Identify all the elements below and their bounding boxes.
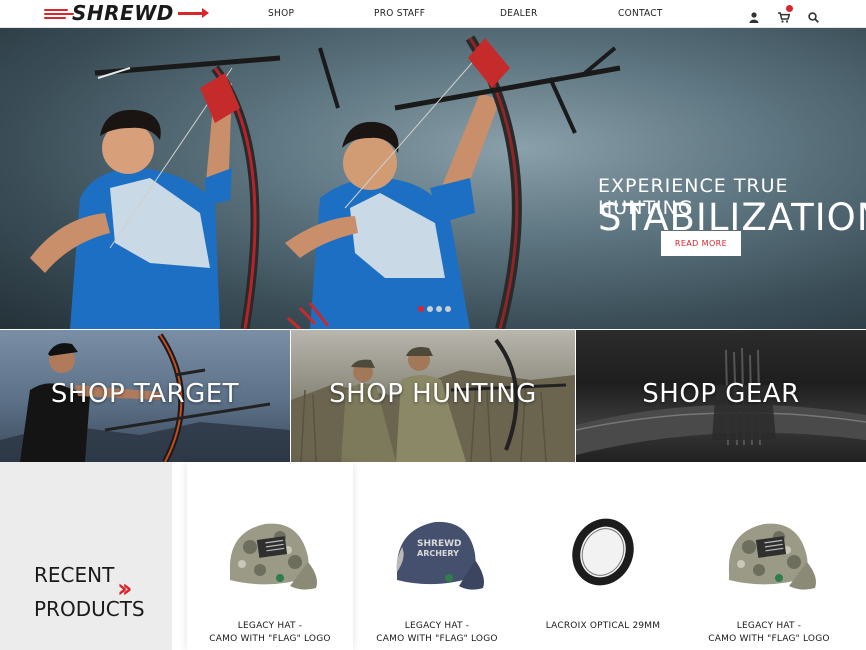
nav-shop[interactable]: SHOP [268,8,294,19]
recent-products-panel: RECENT PRODUCTS ›› [0,462,172,650]
product-card[interactable]: LEGACY HAT - CAMO WITH "FLAG" LOGO [187,462,353,650]
svg-text:ARCHERY: ARCHERY [417,549,459,558]
shop-target-tile[interactable]: SHOP TARGET [0,330,290,462]
logo-text: SHREWD [72,1,174,25]
shop-target-label: SHOP TARGET [50,379,240,409]
recent-products-title: RECENT PRODUCTS [34,563,145,621]
site-header: SHREWD SHOP PRO STAFF DEALER CONTACT [0,0,866,28]
shop-gear-tile[interactable]: SHOP GEAR [576,330,866,462]
shop-gear-label: SHOP GEAR [642,379,800,409]
product-name: LEGACY HAT - CAMO WITH "FLAG" LOGO [376,621,498,644]
product-name: LACROIX OPTICAL 29MM [545,621,661,631]
slide-dot-1[interactable] [418,306,424,312]
slide-dot-4[interactable] [445,306,451,312]
shrewd-logo[interactable]: SHREWD [44,1,209,25]
optical-lens-image [572,518,634,586]
cart-count-badge [786,5,793,12]
shop-hunting-tile[interactable]: SHOP HUNTING [291,330,575,462]
product-name: LEGACY HAT - CAMO WITH "FLAG" LOGO [209,621,331,644]
logo-arrow-icon [178,8,209,18]
product-card[interactable]: LACROIX OPTICAL 29MM [520,462,686,650]
camo-hat-image [229,523,317,590]
search-icon[interactable] [808,8,820,23]
cart-icon[interactable] [778,5,793,23]
navy-hat-image: SHREWD ARCHERY [396,521,484,590]
nav-dealer[interactable]: DEALER [500,8,538,19]
svg-text:SHREWD: SHREWD [417,539,462,549]
hero-banner: EXPERIENCE TRUE HUNTING STABILIZATION RE… [0,28,866,329]
slide-dot-2[interactable] [427,306,433,312]
user-icon[interactable] [749,8,761,23]
read-more-button[interactable]: READ MORE [661,231,741,256]
product-card[interactable]: LEGACY HAT - CAMO WITH "FLAG" LOGO [686,462,852,650]
camo-hat-image [728,523,816,590]
nav-contact[interactable]: CONTACT [618,8,663,19]
shop-hunting-label: SHOP HUNTING [329,379,537,409]
product-name: LEGACY HAT - CAMO WITH "FLAG" LOGO [708,621,830,644]
product-card[interactable]: SHREWD ARCHERY LEGACY HAT - CAMO WITH "F… [354,462,520,650]
nav-pro-staff[interactable]: PRO STAFF [374,8,425,19]
double-chevron-right-icon[interactable]: ›› [117,574,133,604]
slide-dot-3[interactable] [436,306,442,312]
